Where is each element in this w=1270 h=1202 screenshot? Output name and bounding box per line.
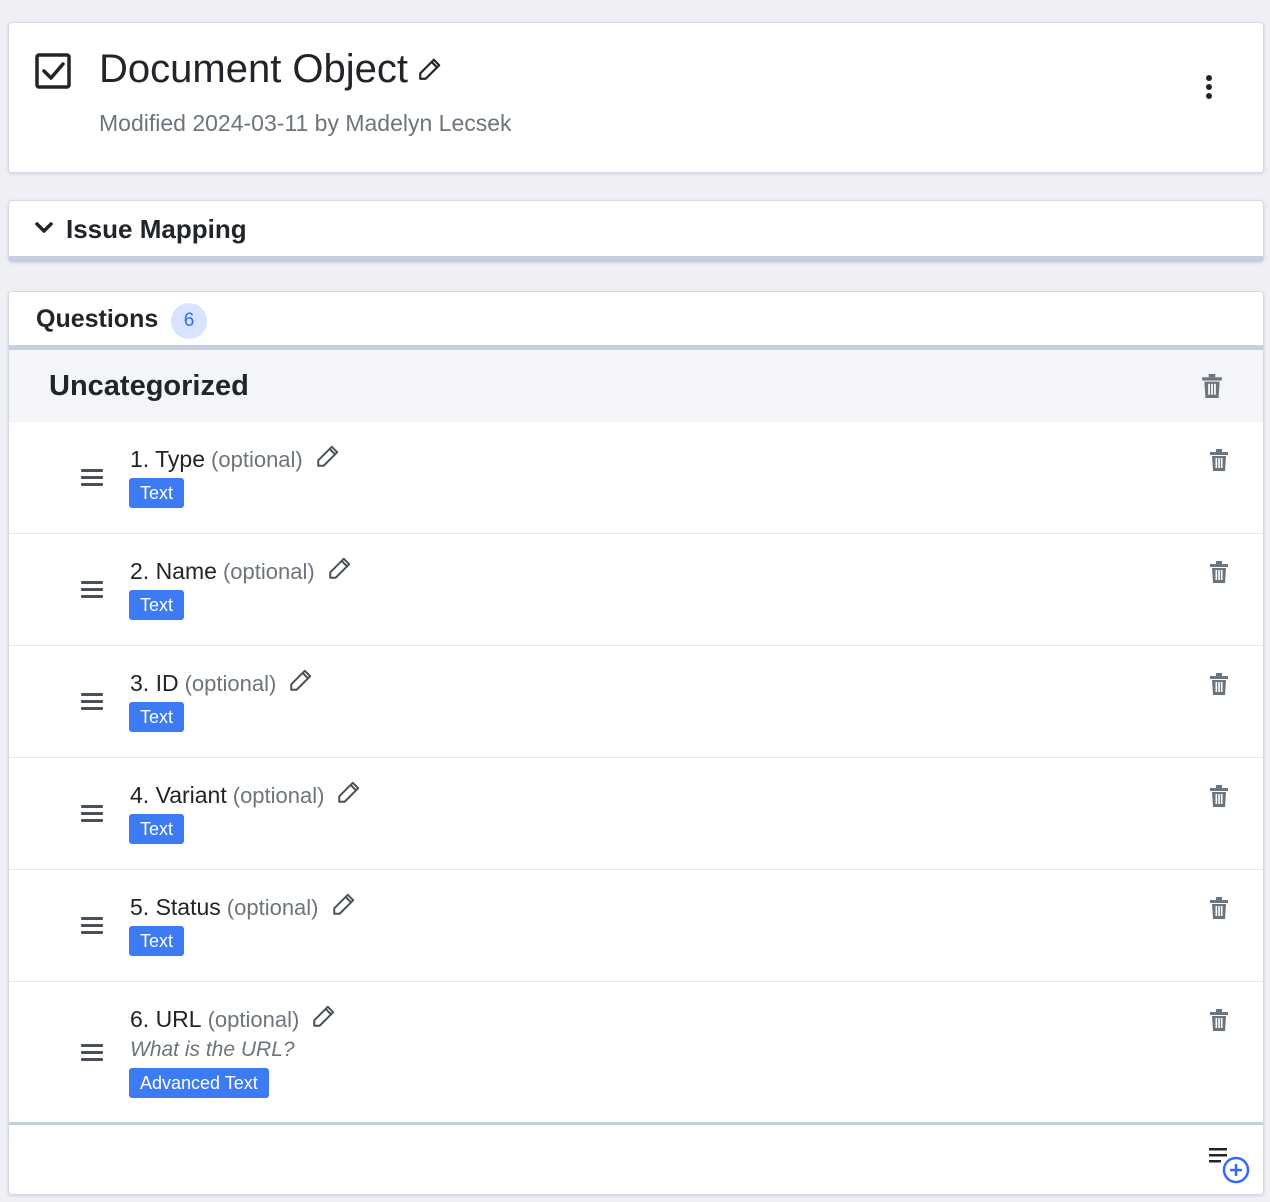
question-type-badge: Text [129,702,185,732]
questions-title: Questions [36,305,159,333]
kebab-menu-icon[interactable] [1203,75,1215,105]
question-label-line: 4. Variant (optional) [130,779,362,809]
question-label: 6. URL [130,1006,202,1032]
issue-mapping-title[interactable]: Issue Mapping [66,214,247,245]
document-header-card: Document Object Modified 2024-03-11 by M… [8,22,1264,173]
question-row: 2. Name (optional) Text [9,534,1263,646]
drag-handle-icon[interactable] [81,805,103,823]
question-type-badge: Text [129,814,185,844]
modified-info: Modified 2024-03-11 by Madelyn Lecsek [99,110,512,136]
drag-handle-icon[interactable] [81,693,103,711]
question-label: 5. Status [130,894,221,920]
question-label-line: 6. URL (optional) [130,1003,337,1033]
question-label: 3. ID [130,670,179,696]
question-type-badge: Text [129,926,185,956]
question-label-line: 5. Status (optional) [130,891,357,921]
pencil-icon[interactable] [331,891,357,917]
category-header: Uncategorized [9,350,1263,422]
checkbox-icon [35,53,71,89]
questions-count-badge: 6 [171,303,207,339]
delete-category-trash-icon[interactable] [1201,374,1223,398]
optional-label: (optional) [184,671,277,696]
optional-label: (optional) [211,447,303,472]
questions-header: Questions 6 [9,292,1263,350]
delete-question-trash-icon[interactable] [1209,449,1229,471]
chevron-down-icon[interactable] [35,221,53,235]
optional-label: (optional) [207,1007,300,1032]
question-description: What is the URL? [130,1038,295,1061]
pencil-icon[interactable] [288,667,314,693]
category-title: Uncategorized [49,370,249,402]
question-row: 1. Type (optional) Text [9,422,1263,534]
drag-handle-icon[interactable] [81,469,103,487]
question-row: 5. Status (optional) Text [9,870,1263,982]
drag-handle-icon[interactable] [81,581,103,599]
questions-footer [9,1122,1263,1194]
question-row: 6. URL (optional) What is the URL? Advanc… [9,982,1263,1122]
issue-mapping-section[interactable]: Issue Mapping [8,200,1264,262]
pencil-icon[interactable] [417,56,443,82]
question-row: 3. ID (optional) Text [9,646,1263,758]
delete-question-trash-icon[interactable] [1209,1009,1229,1031]
pencil-icon[interactable] [311,1003,337,1029]
page-title: Document Object [99,47,409,91]
pencil-icon[interactable] [327,555,353,581]
question-label-line: 2. Name (optional) [130,555,353,585]
delete-question-trash-icon[interactable] [1209,561,1229,583]
pencil-icon[interactable] [336,779,362,805]
drag-handle-icon[interactable] [81,917,103,935]
question-type-badge: Text [129,478,185,508]
add-question-icon[interactable] [1208,1145,1252,1185]
question-type-badge: Advanced Text [129,1068,269,1098]
question-label-line: 3. ID (optional) [130,667,314,697]
question-label: 4. Variant [130,782,227,808]
delete-question-trash-icon[interactable] [1209,673,1229,695]
optional-label: (optional) [226,895,319,920]
question-label-line: 1. Type (optional) [130,443,341,473]
question-label: 2. Name [130,558,217,584]
optional-label: (optional) [232,783,325,808]
drag-handle-icon[interactable] [81,1044,103,1062]
question-label: 1. Type [130,446,206,472]
delete-question-trash-icon[interactable] [1209,897,1229,919]
pencil-icon[interactable] [315,443,341,469]
questions-card: Questions 6 Uncategorized 1. Type (option… [8,291,1264,1195]
optional-label: (optional) [222,559,315,584]
delete-question-trash-icon[interactable] [1209,785,1229,807]
question-row: 4. Variant (optional) Text [9,758,1263,870]
question-type-badge: Text [129,590,185,620]
